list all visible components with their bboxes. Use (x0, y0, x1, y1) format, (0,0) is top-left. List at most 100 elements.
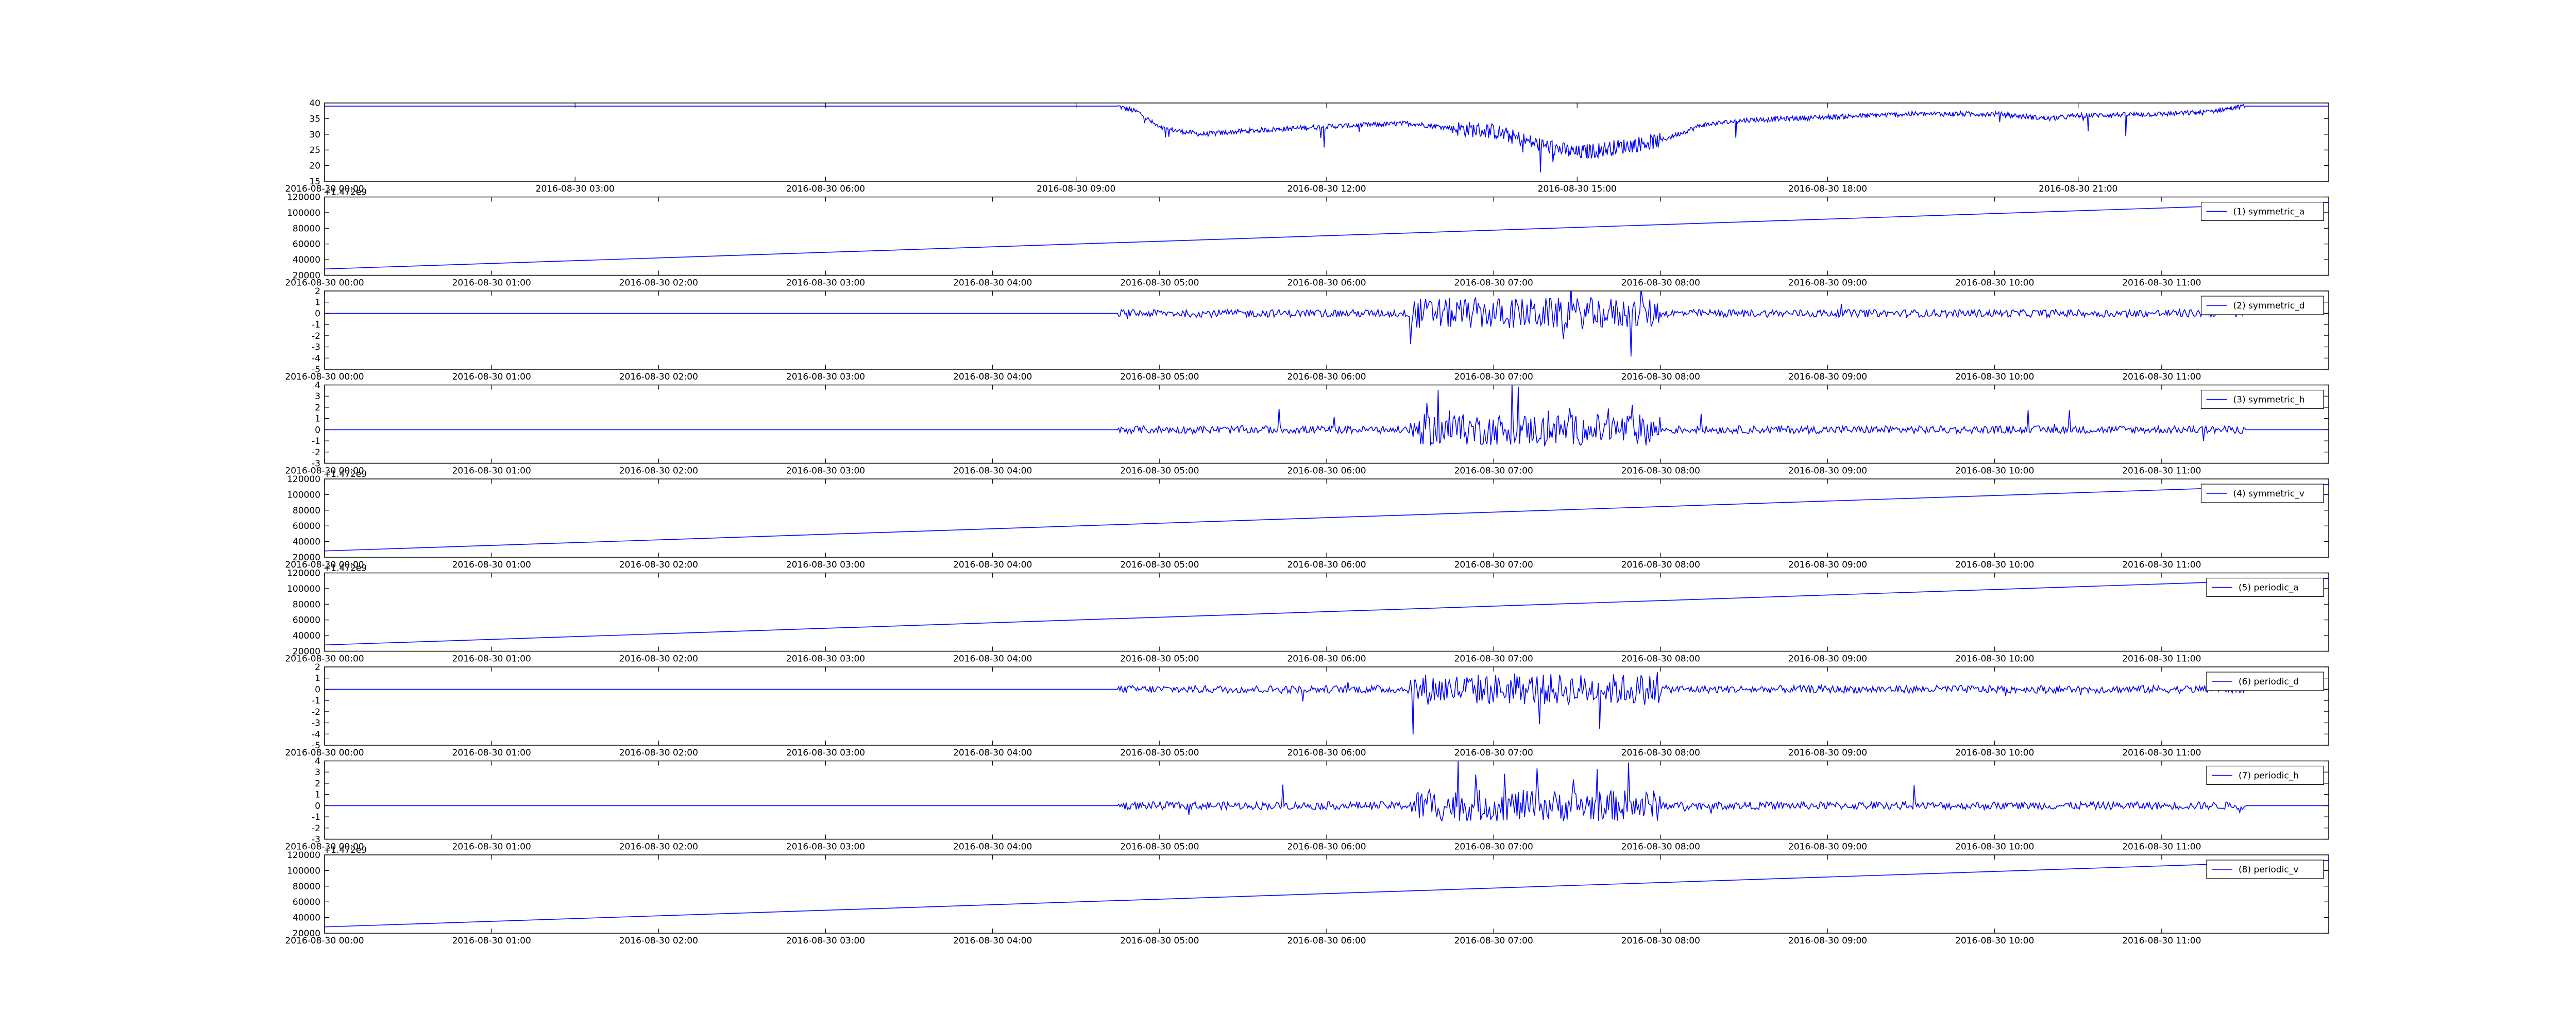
legend-label: (3) symmetric_h (2233, 395, 2305, 405)
x-tick-label: 2016-08-30 09:00 (1037, 184, 1115, 194)
y-tick-label: -2 (312, 331, 320, 341)
figure-canvas: 1520253035402016-08-30 00:00 2016-08-30 0… (285, 98, 2329, 946)
series-line-5-1 (325, 484, 2329, 552)
x-tick-label: 2016-08-30 08:00 (1621, 936, 1700, 946)
x-tick-label: 2016-08-30 04:00 (953, 748, 1032, 758)
panel-4: -3-2-1012342016-08-30 00:00 2016-08-30 01… (285, 381, 2329, 476)
x-tick-label: 2016-08-30 02:00 (619, 748, 698, 758)
x-tick-label: 2016-08-30 06:00 (1287, 748, 1366, 758)
x-tick-label: 2016-08-30 03:00 (786, 278, 865, 288)
x-tick-label: 2016-08-30 02:00 (619, 842, 698, 852)
x-tick-label: 2016-08-30 11:00 (2122, 654, 2201, 664)
x-tick-label: 2016-08-30 05:00 (1120, 278, 1199, 288)
x-tick-label: 2016-08-30 11:00 (2122, 372, 2201, 382)
x-tick-label: 2016-08-30 04:00 (953, 654, 1032, 664)
x-tick-label: 2016-08-30 07:00 (1454, 466, 1533, 476)
x-tick-label: 2016-08-30 01:00 (452, 842, 531, 852)
y-tick-label: 60000 (293, 897, 320, 907)
axes-frame (324, 384, 2329, 464)
y-tick-label: 120000 (287, 850, 320, 861)
y-tick-label: -3 (312, 718, 320, 729)
x-tick-label: 2016-08-30 04:00 (953, 466, 1032, 476)
legend-label: (7) periodic_h (2239, 771, 2299, 781)
x-tick-label: 2016-08-30 05:00 (1120, 748, 1199, 758)
y-tick-label: 60000 (293, 239, 320, 250)
y-tick-label: 3 (315, 391, 320, 402)
series-line-8-1 (325, 761, 2329, 822)
x-tick-label: 2016-08-30 07:00 (1454, 748, 1533, 758)
y-tick-label: 25 (309, 145, 320, 156)
panel-9: 200004000060000800001000001200002016-08-… (285, 845, 2329, 946)
x-tick-label: 2016-08-30 11:00 (2122, 748, 2201, 758)
x-tick-label: 2016-08-30 03:00 (536, 184, 615, 194)
panel-5: 200004000060000800001000001200002016-08-… (285, 469, 2329, 570)
series-line-4-1 (325, 385, 2329, 447)
x-tick-label: 2016-08-30 01:00 (452, 466, 531, 476)
y-tick-label: 4 (315, 757, 320, 767)
x-tick-label: 2016-08-30 05:00 (1120, 936, 1199, 946)
y-tick-label: -4 (312, 729, 320, 740)
x-tick-label: 2016-08-30 05:00 (1120, 842, 1199, 852)
x-tick-label: 2016-08-30 00:00 (285, 372, 364, 382)
x-tick-label: 2016-08-30 05:00 (1120, 560, 1199, 570)
axis-offset-text: +1.472e9 (324, 845, 367, 855)
x-tick-label: 2016-08-30 21:00 (2039, 184, 2117, 194)
axes-frame (324, 666, 2329, 746)
axis-offset-text: +1.472e9 (324, 187, 367, 198)
y-tick-label: -4 (312, 353, 320, 364)
y-tick-label: 2 (315, 662, 320, 673)
x-tick-label: 2016-08-30 01:00 (452, 560, 531, 570)
x-tick-label: 2016-08-30 11:00 (2122, 842, 2201, 852)
y-tick-label: 80000 (293, 224, 320, 234)
legend: (1) symmetric_a (2200, 201, 2324, 221)
y-tick-label: 0 (315, 801, 320, 811)
series-line-9-1 (325, 860, 2329, 928)
x-tick-label: 2016-08-30 05:00 (1120, 466, 1199, 476)
x-tick-label: 2016-08-30 00:00 (285, 654, 364, 664)
x-tick-label: 2016-08-30 08:00 (1621, 654, 1700, 664)
x-tick-label: 2016-08-30 08:00 (1621, 560, 1700, 570)
x-tick-label: 2016-08-30 01:00 (452, 748, 531, 758)
y-tick-label: 2 (315, 779, 320, 789)
x-tick-label: 2016-08-30 07:00 (1454, 278, 1533, 288)
legend: (8) periodic_v (2206, 860, 2324, 879)
x-tick-label: 2016-08-30 06:00 (1287, 936, 1366, 946)
x-tick-label: 2016-08-30 00:00 (285, 936, 364, 946)
legend-label: (4) symmetric_v (2233, 489, 2304, 499)
x-tick-label: 2016-08-30 02:00 (619, 936, 698, 946)
y-tick-label: 80000 (293, 882, 320, 892)
y-tick-label: 30 (309, 130, 320, 140)
y-tick-label: 2 (315, 403, 320, 413)
y-tick-label: 120000 (287, 474, 320, 485)
x-tick-label: 2016-08-30 09:00 (1788, 466, 1867, 476)
y-tick-label: 100000 (287, 208, 320, 218)
x-tick-label: 2016-08-30 02:00 (619, 278, 698, 288)
y-tick-label: 1 (315, 414, 320, 424)
y-tick-label: 80000 (293, 506, 320, 516)
x-tick-label: 2016-08-30 11:00 (2122, 560, 2201, 570)
legend-label: (6) periodic_d (2239, 677, 2299, 687)
y-tick-label: 1 (315, 790, 320, 800)
x-tick-label: 2016-08-30 03:00 (786, 372, 865, 382)
y-tick-label: -3 (312, 342, 320, 353)
y-tick-label: 3 (315, 767, 320, 778)
x-tick-label: 2016-08-30 10:00 (1955, 560, 2034, 570)
x-tick-label: 2016-08-30 07:00 (1454, 936, 1533, 946)
legend: (6) periodic_d (2206, 672, 2324, 691)
x-tick-label: 2016-08-30 06:00 (1287, 842, 1366, 852)
x-tick-label: 2016-08-30 06:00 (786, 184, 865, 194)
axis-offset-text: +1.472e9 (324, 563, 367, 574)
x-tick-label: 2016-08-30 09:00 (1788, 278, 1867, 288)
x-tick-label: 2016-08-30 04:00 (953, 842, 1032, 852)
y-tick-label: 60000 (293, 615, 320, 626)
x-tick-label: 2016-08-30 06:00 (1287, 278, 1366, 288)
x-tick-label: 2016-08-30 08:00 (1621, 748, 1700, 758)
axis-offset-text: +1.472e9 (324, 469, 367, 479)
x-tick-label: 2016-08-30 01:00 (452, 936, 531, 946)
legend-label: (5) periodic_a (2239, 583, 2299, 593)
x-tick-label: 2016-08-30 01:00 (452, 654, 531, 664)
x-tick-label: 2016-08-30 10:00 (1955, 654, 2034, 664)
y-tick-label: 4 (315, 381, 320, 391)
x-tick-label: 2016-08-30 02:00 (619, 654, 698, 664)
x-tick-label: 2016-08-30 06:00 (1287, 466, 1366, 476)
